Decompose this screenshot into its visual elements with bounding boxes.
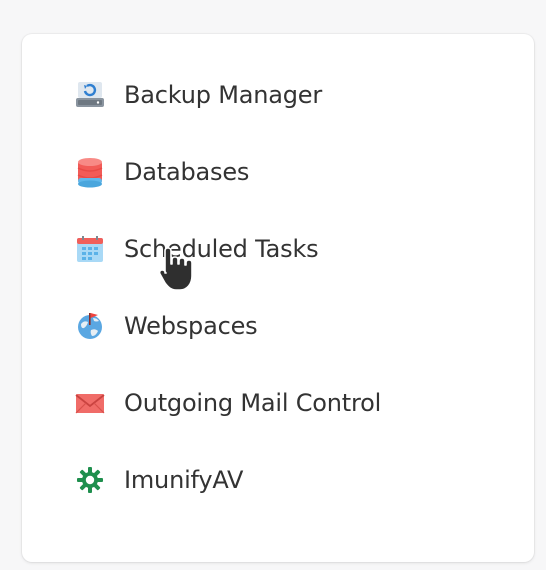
globe-icon	[72, 308, 108, 344]
menu-item-label: Webspaces	[124, 312, 258, 340]
menu-item-label: Databases	[124, 158, 250, 186]
menu-item-databases[interactable]: Databases	[72, 153, 381, 191]
mail-envelope-icon	[72, 385, 108, 421]
menu-item-label: Backup Manager	[124, 81, 323, 109]
tools-menu: Backup Manager Databases Scheduled Tasks…	[72, 76, 381, 499]
menu-item-label: Scheduled Tasks	[124, 235, 319, 263]
menu-item-webspaces[interactable]: Webspaces	[72, 307, 381, 345]
backup-drive-icon	[72, 77, 108, 113]
database-icon	[72, 154, 108, 190]
tools-card: Backup Manager Databases Scheduled Tasks…	[22, 34, 534, 562]
menu-item-backup-manager[interactable]: Backup Manager	[72, 76, 381, 114]
menu-item-label: ImunifyAV	[124, 466, 244, 494]
calendar-icon	[72, 231, 108, 267]
menu-item-scheduled-tasks[interactable]: Scheduled Tasks	[72, 230, 381, 268]
menu-item-label: Outgoing Mail Control	[124, 389, 382, 417]
menu-item-imunifyav[interactable]: ImunifyAV	[72, 461, 381, 499]
imunify-shield-icon	[72, 462, 108, 498]
menu-item-outgoing-mail-control[interactable]: Outgoing Mail Control	[72, 384, 381, 422]
